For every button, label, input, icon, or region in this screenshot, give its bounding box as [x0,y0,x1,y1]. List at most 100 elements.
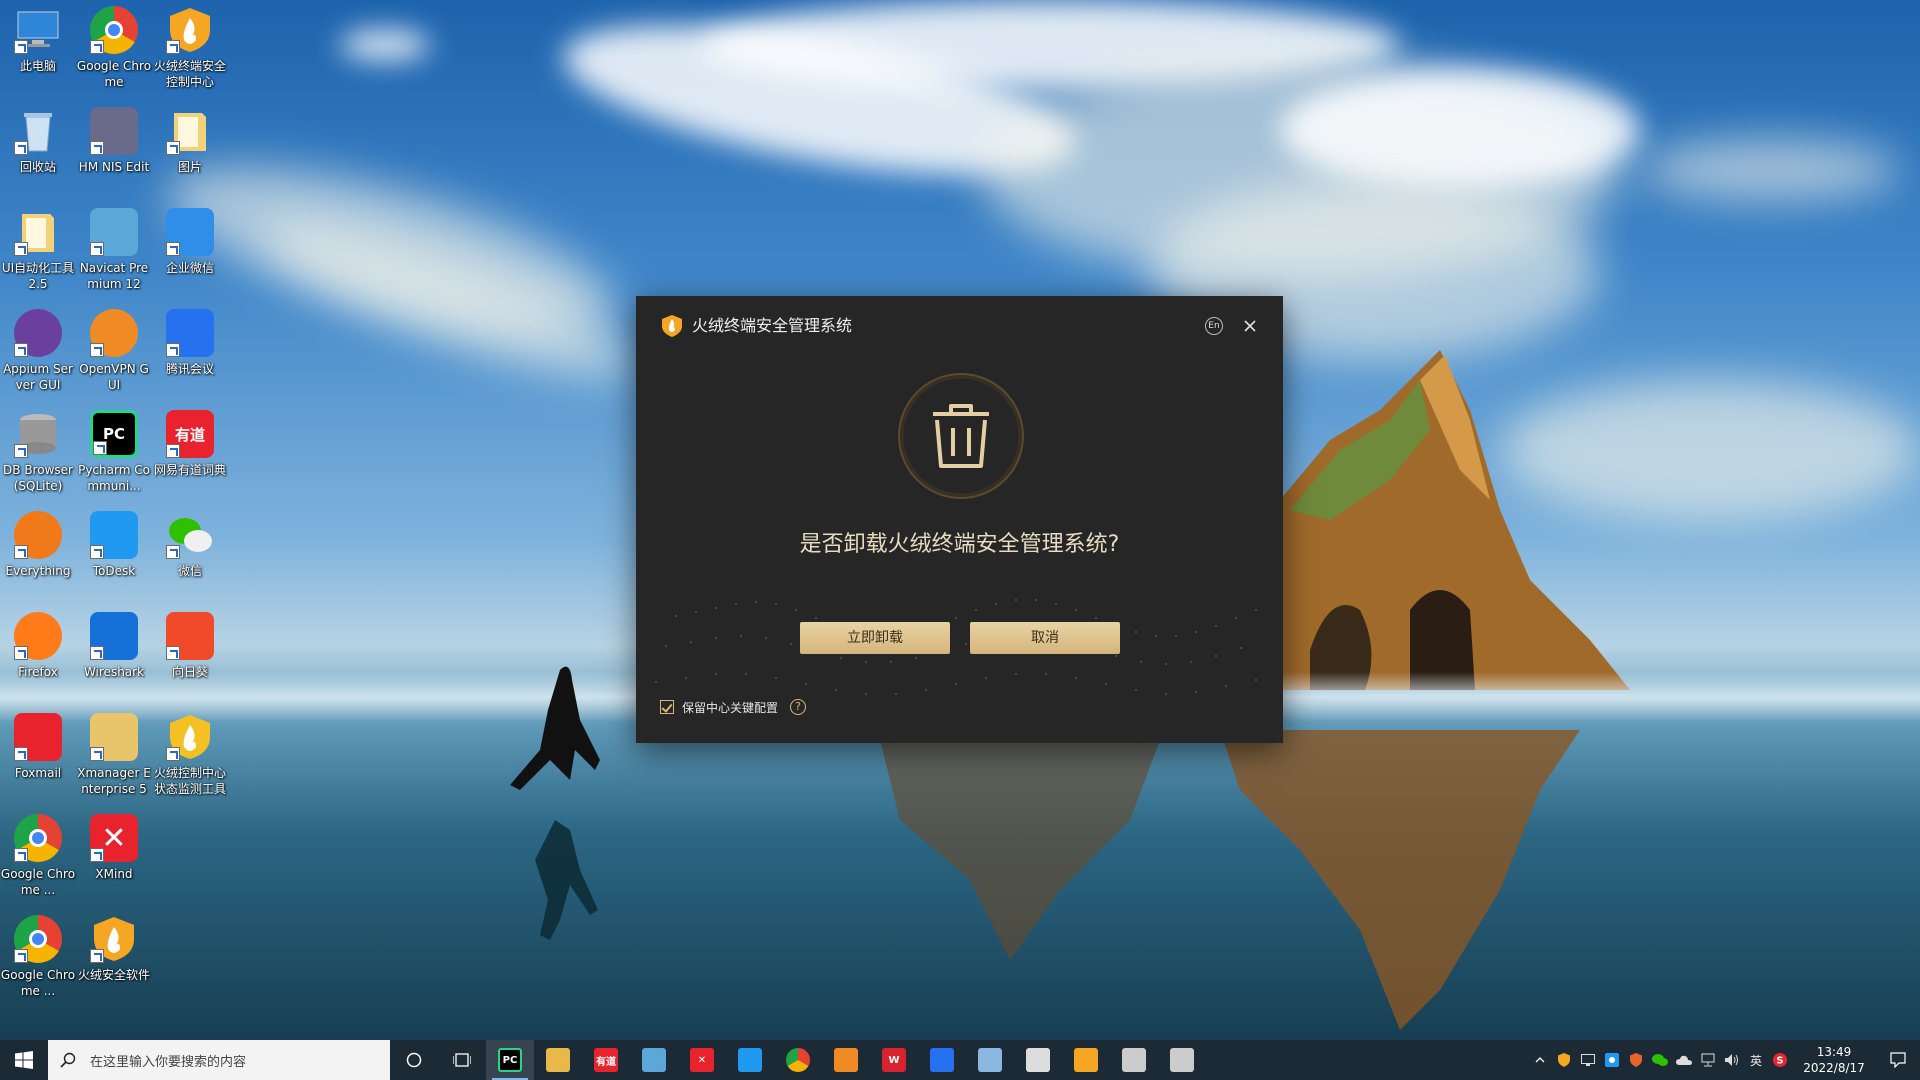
desktop-icon-wecom[interactable]: 企业微信 [152,208,228,276]
desktop-icon-label: 火绒安全软件 [77,968,150,982]
cancel-button[interactable]: 取消 [970,622,1120,654]
taskbar-app-chrome[interactable] [774,1040,822,1080]
desktop-icon-openvpn[interactable]: OpenVPN GUI [76,309,152,393]
desktop-icon-this-pc[interactable]: 此电脑 [0,6,76,74]
navicat-icon [642,1048,666,1072]
taskbar-app-file-explorer[interactable] [534,1040,582,1080]
xmanager-icon [90,713,138,761]
desktop-icon-huorong-security[interactable]: 火绒安全软件 [76,915,152,983]
desktop-icon-everything-search[interactable]: Everything [0,511,76,579]
desktop-icon-label: Foxmail [14,766,62,780]
shortcut-arrow-icon [166,141,180,155]
desktop-icon-database[interactable]: DB Browser (SQLite) [0,410,76,494]
desktop-icon-pictures-folder[interactable]: 图片 [152,107,228,175]
todesk-tray-icon[interactable] [1600,1040,1624,1080]
uninstall-now-button[interactable]: 立即卸载 [800,622,950,654]
desktop-icon-firefox[interactable]: Firefox [0,612,76,680]
taskbar-app-recycle-app[interactable] [1158,1040,1206,1080]
desktop-icon-youdao[interactable]: 有道 网易有道词典 [152,410,228,478]
taskbar-pinned-apps: PC 有道 ✕ W [486,1040,1206,1080]
taskbar-clock[interactable]: 13:49 2022/8/17 [1792,1044,1876,1076]
desktop-icon-tencent-meeting[interactable]: 腾讯会议 [152,309,228,377]
desktop-icon-navicat[interactable]: Navicat Premium 12 [76,208,152,292]
desktop-icon-label: Google Chrome [76,59,152,89]
desktop-icon-huorong-control[interactable]: 火绒终端安全控制中心 [152,6,228,90]
taskbar-app-orange-app[interactable] [822,1040,870,1080]
everything-search-icon [14,511,62,559]
taskbar-app-wps[interactable]: W [870,1040,918,1080]
shortcut-arrow-icon [90,545,104,559]
keep-config-label[interactable]: 保留中心关键配置 [682,699,778,716]
desktop-icon-todesk[interactable]: ToDesk [76,511,152,579]
help-icon[interactable]: ? [790,699,807,715]
shortcut-arrow-icon [14,949,28,963]
action-center-button[interactable] [1876,1040,1920,1080]
desktop-icon-label: UI自动化工具2.5 [1,261,75,291]
taskbar-app-huorong[interactable] [1062,1040,1110,1080]
desktop-icon-label: 腾讯会议 [165,362,214,376]
shortcut-arrow-icon [90,747,104,761]
desktop-icon-xmind[interactable]: ✕ XMind [76,814,152,882]
cortana-button[interactable] [390,1040,438,1080]
taskbar-app-user-app[interactable] [1110,1040,1158,1080]
task-view-button[interactable] [438,1040,486,1080]
desktop-icon-xmanager[interactable]: Xmanager Enterprise 5 [76,713,152,797]
desktop-icon-wechat[interactable]: 微信 [152,511,228,579]
shortcut-arrow-icon [14,545,28,559]
desktop-icon-recycle-bin[interactable]: 回收站 [0,107,76,175]
keep-config-checkbox[interactable] [660,700,674,714]
desktop-icon-chrome-beta[interactable]: Google Chrome ... [0,814,76,898]
shortcut-arrow-icon [166,40,180,54]
taskbar-app-window-app[interactable] [1014,1040,1062,1080]
wechat-tray-icon[interactable] [1648,1040,1672,1080]
recycle-icon [1170,1048,1194,1072]
pycharm-icon: PC [90,410,138,458]
taskbar-search-box[interactable]: 在这里输入你要搜索的内容 [48,1040,390,1080]
chrome-dev-icon [14,915,62,963]
sogou-ime-icon[interactable]: S [1768,1040,1792,1080]
desktop-icon-label: Everything [5,564,71,578]
taskbar-app-blue-app[interactable] [918,1040,966,1080]
shortcut-arrow-icon [166,545,180,559]
todesk-icon [738,1048,762,1072]
taskbar-app-pycharm[interactable]: PC [486,1040,534,1080]
desktop-icon-folder[interactable]: UI自动化工具2.5 [0,208,76,292]
huorong-monitor-icon [166,713,214,761]
huorong-control-tray-icon[interactable] [1624,1040,1648,1080]
network-icon[interactable] [1696,1040,1720,1080]
volume-icon[interactable] [1720,1040,1744,1080]
keep-config-option: 保留中心关键配置 ? [660,698,807,716]
desktop-icon-pycharm[interactable]: PC Pycharm Communi... [76,410,152,494]
taskbar-app-notepad[interactable] [966,1040,1014,1080]
recycle-bin-icon [14,107,62,155]
taskbar-app-xmind[interactable]: ✕ [678,1040,726,1080]
language-toggle-button[interactable]: En [1205,317,1223,335]
input-method-indicator[interactable]: 英 [1744,1040,1768,1080]
onedrive-cloud-icon[interactable] [1672,1040,1696,1080]
desktop-icon-sunlogin[interactable]: 向日葵 [152,612,228,680]
taskbar-app-navicat[interactable] [630,1040,678,1080]
taskbar-app-youdao[interactable]: 有道 [582,1040,630,1080]
desktop-icon-foxmail[interactable]: Foxmail [0,713,76,781]
show-hidden-icons-chevron-up-icon[interactable] [1528,1040,1552,1080]
clock-date: 2022/8/17 [1803,1061,1865,1075]
start-button[interactable] [0,1040,48,1080]
shortcut-arrow-icon [90,646,104,660]
shortcut-arrow-icon [93,441,107,455]
huorong-tray-icon[interactable] [1552,1040,1576,1080]
desktop-icon-chrome[interactable]: Google Chrome [76,6,152,90]
desktop-icon-appium[interactable]: Appium Server GUI [0,309,76,393]
trash-icon [897,372,1025,500]
todesk-icon [90,511,138,559]
taskbar-app-todesk[interactable] [726,1040,774,1080]
desktop-icon-nsis[interactable]: HM NIS Edit [76,107,152,175]
youdao-icon: 有道 [166,410,214,458]
huorong-security-icon [90,915,138,963]
close-icon[interactable] [1239,315,1261,337]
desktop-icon-chrome-dev[interactable]: Google Chrome ... [0,915,76,999]
desktop-icon-huorong-monitor[interactable]: 火绒控制中心状态监测工具 [152,713,228,797]
desktop-icon-wireshark[interactable]: Wireshark [76,612,152,680]
network-monitor-tray-icon[interactable] [1576,1040,1600,1080]
desktop-icon-label: Navicat Premium 12 [79,261,149,291]
dialog-titlebar[interactable]: 火绒终端安全管理系统 En [636,296,1283,356]
